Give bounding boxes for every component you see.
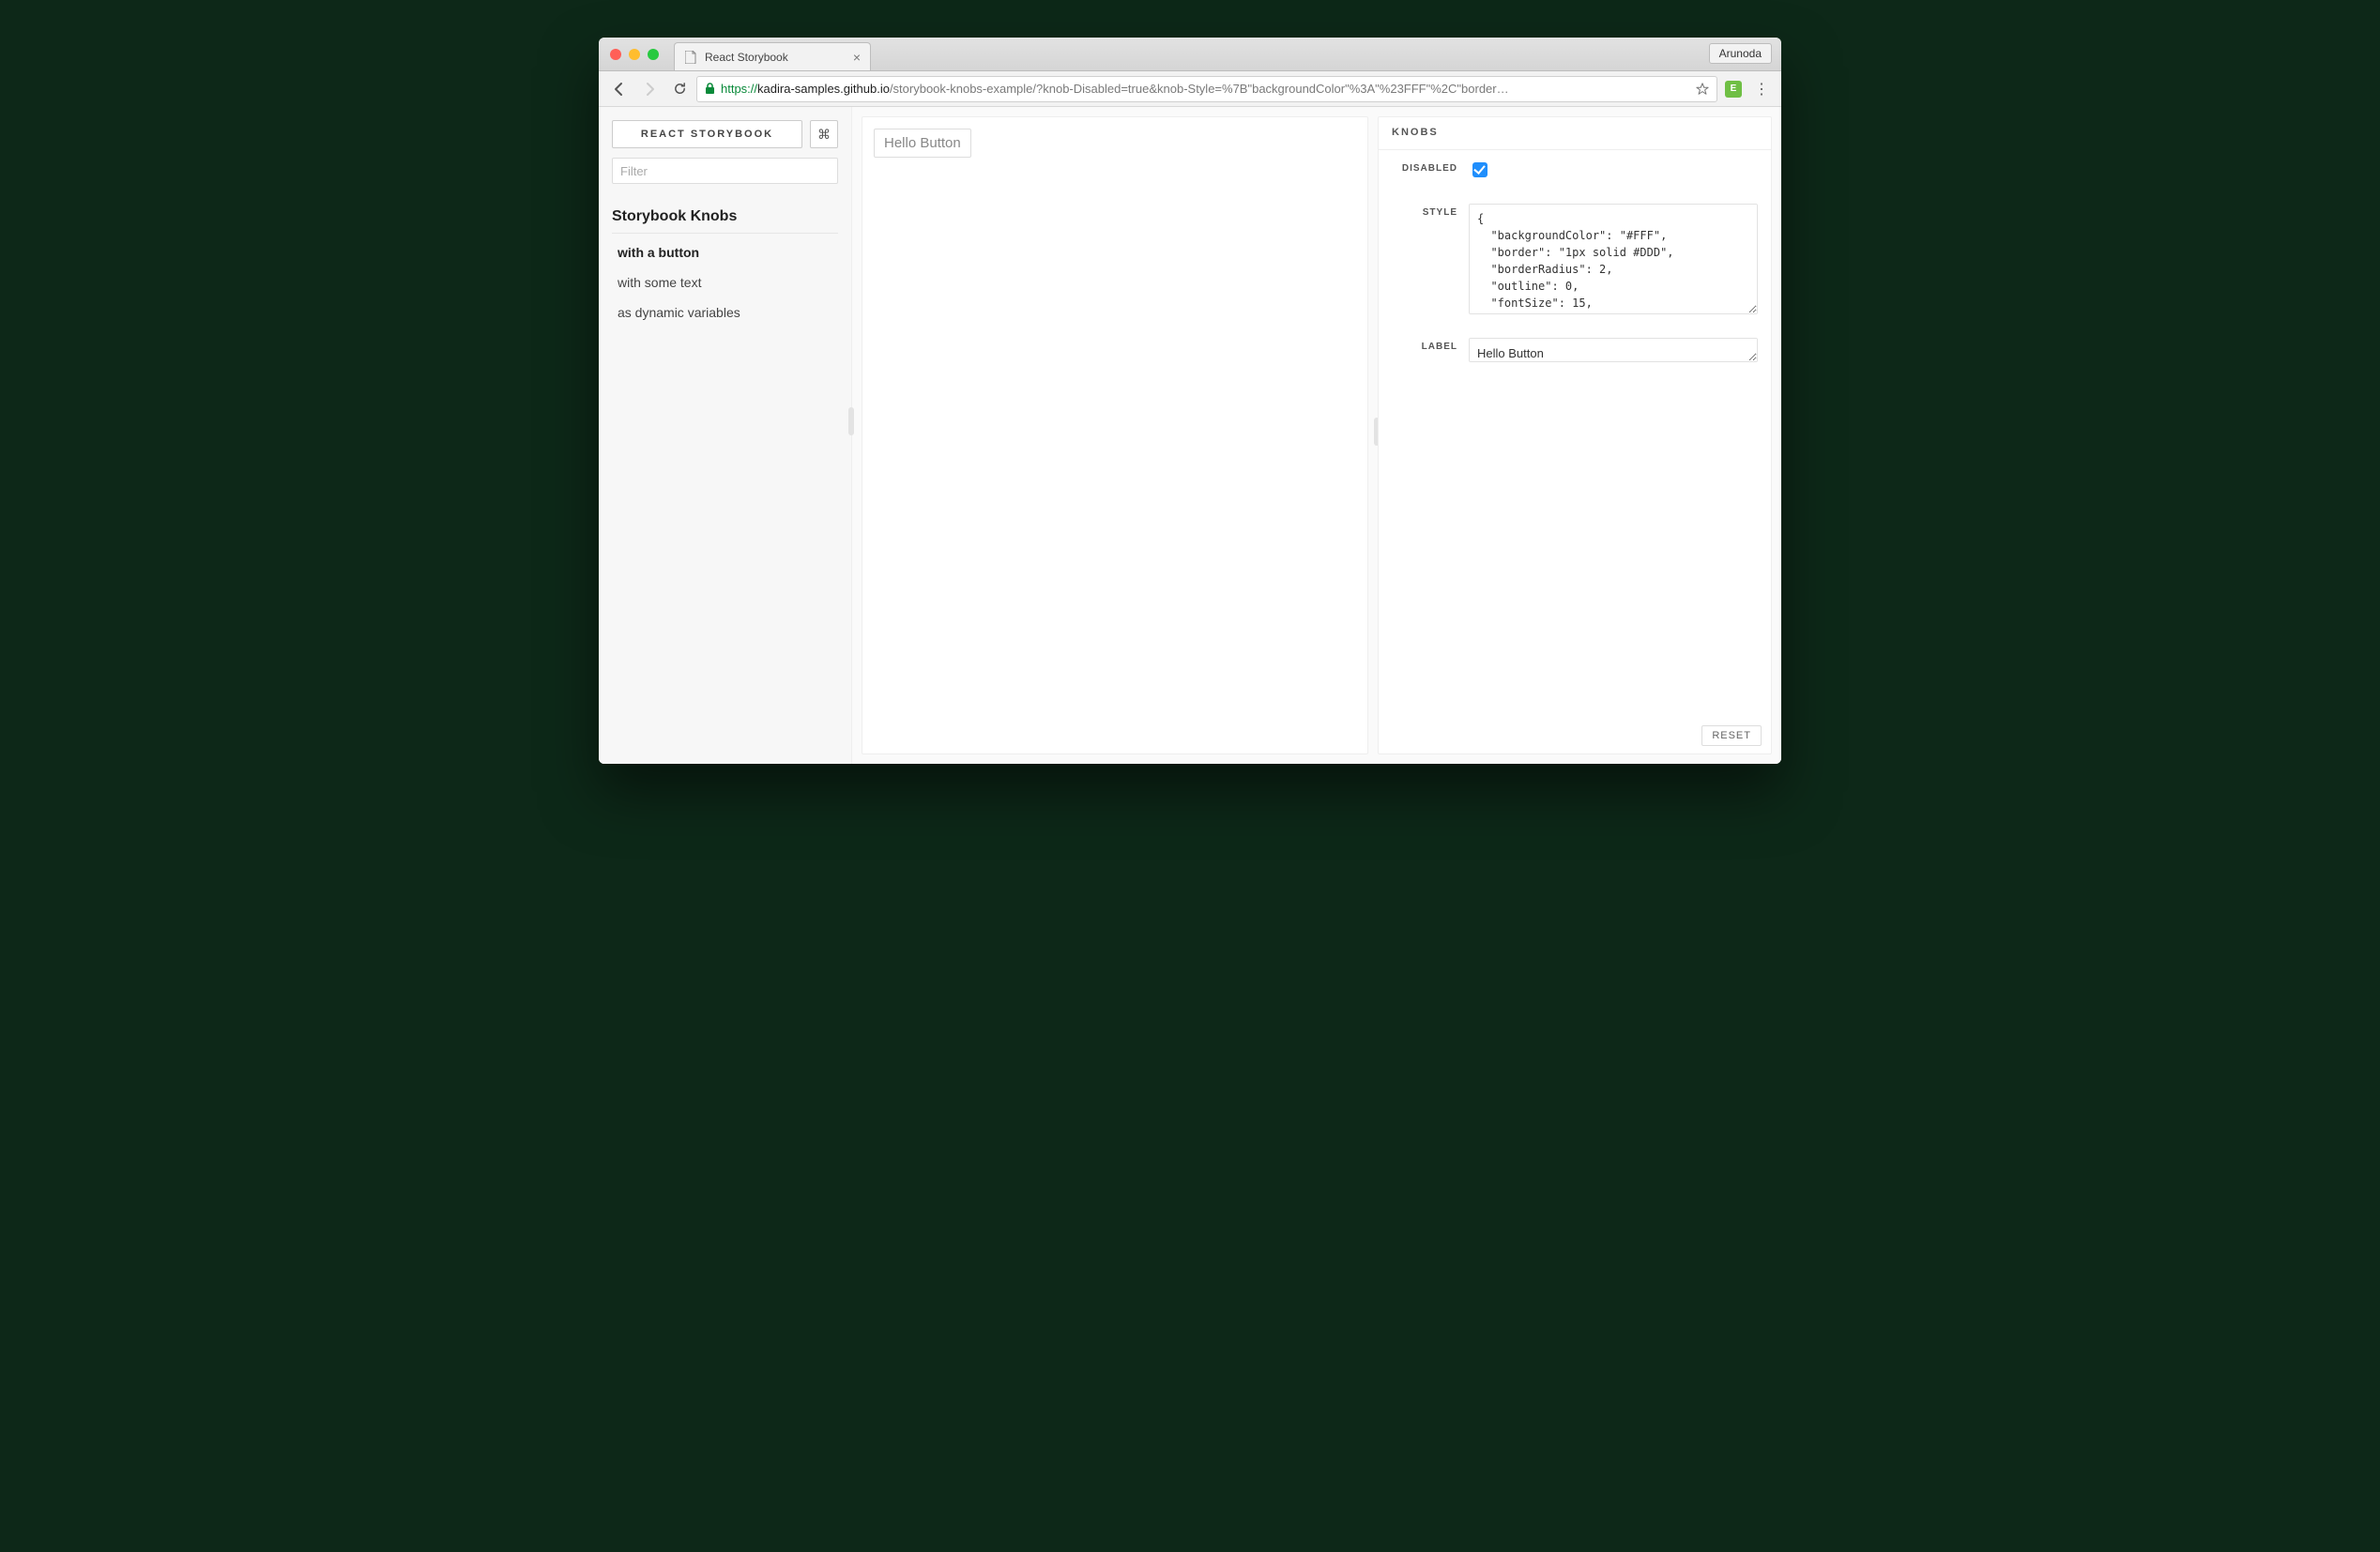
sidebar: REACT STORYBOOK ⌘ Storybook Knobs with a… xyxy=(599,107,852,764)
traffic-lights xyxy=(610,49,659,60)
menu-icon[interactable]: ⋮ xyxy=(1749,77,1774,101)
window-close-icon[interactable] xyxy=(610,49,621,60)
tab-title: React Storybook xyxy=(705,51,788,64)
reset-button[interactable]: RESET xyxy=(1701,725,1762,746)
knob-label-disabled: DISABLED xyxy=(1392,160,1457,174)
window-minimize-icon[interactable] xyxy=(629,49,640,60)
reload-button[interactable] xyxy=(666,76,693,102)
back-button[interactable] xyxy=(606,76,633,102)
lock-icon xyxy=(705,83,715,95)
browser-window: React Storybook × Arunoda https://kadira… xyxy=(599,38,1781,764)
browser-toolbar: https://kadira-samples.github.io/storybo… xyxy=(599,71,1781,107)
preview-pane: Hello Button xyxy=(862,116,1368,754)
forward-button[interactable] xyxy=(636,76,663,102)
knob-textarea-label[interactable] xyxy=(1469,338,1758,362)
new-tab-area[interactable] xyxy=(877,46,901,70)
sidebar-item-with-a-button[interactable]: with a button xyxy=(612,237,838,267)
url-protocol: https:// xyxy=(721,82,757,96)
storybook-app: REACT STORYBOOK ⌘ Storybook Knobs with a… xyxy=(599,107,1781,764)
knob-label-style: STYLE xyxy=(1392,204,1457,218)
extension-icon[interactable]: E xyxy=(1721,77,1746,101)
filter-input[interactable] xyxy=(612,158,838,184)
sidebar-section-title[interactable]: Storybook Knobs xyxy=(612,201,838,234)
storybook-title-button[interactable]: REACT STORYBOOK xyxy=(612,120,802,148)
profile-chip[interactable]: Arunoda xyxy=(1709,43,1772,64)
close-tab-icon[interactable]: × xyxy=(853,51,861,64)
sidebar-item-with-some-text[interactable]: with some text xyxy=(612,267,838,297)
knob-row-label: LABEL xyxy=(1379,328,1771,376)
sidebar-item-as-dynamic-variables[interactable]: as dynamic variables xyxy=(612,297,838,327)
resize-handle-left[interactable] xyxy=(848,407,854,435)
window-zoom-icon[interactable] xyxy=(648,49,659,60)
knob-checkbox-disabled[interactable] xyxy=(1472,162,1488,177)
url-path: /storybook-knobs-example/?knob-Disabled=… xyxy=(890,82,1509,96)
titlebar: React Storybook × Arunoda xyxy=(599,38,1781,71)
page-icon xyxy=(684,51,697,64)
addon-panel: KNOBS DISABLED STYLE LABEL xyxy=(1378,116,1772,754)
browser-tab[interactable]: React Storybook × xyxy=(674,42,871,70)
bookmark-star-icon[interactable] xyxy=(1690,83,1709,96)
shortcut-button[interactable]: ⌘ xyxy=(810,120,838,148)
knob-label-label: LABEL xyxy=(1392,338,1457,352)
knob-row-disabled: DISABLED xyxy=(1379,150,1771,194)
knob-textarea-style[interactable] xyxy=(1469,204,1758,314)
address-bar[interactable]: https://kadira-samples.github.io/storybo… xyxy=(696,76,1717,102)
story-button[interactable]: Hello Button xyxy=(874,129,971,158)
knob-row-style: STYLE xyxy=(1379,194,1771,328)
url-host: kadira-samples.github.io xyxy=(757,82,890,96)
panel-title: KNOBS xyxy=(1379,117,1771,150)
